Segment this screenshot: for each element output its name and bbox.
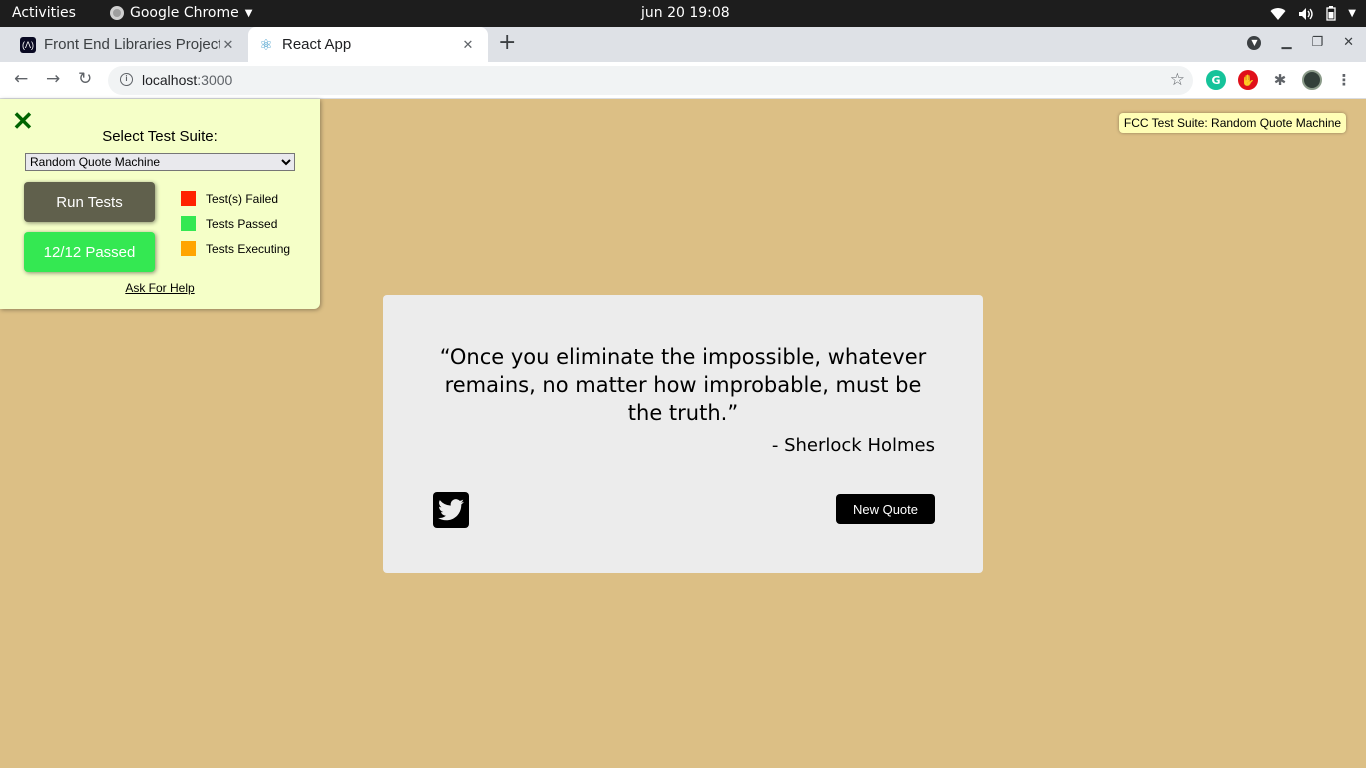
- volume-icon: [1299, 7, 1313, 20]
- menu-kebab-icon[interactable]: ⋮: [1334, 70, 1354, 90]
- twitter-icon: [438, 499, 464, 521]
- legend-label: Test(s) Failed: [206, 191, 279, 206]
- address-bar[interactable]: i localhost:3000 ☆: [108, 66, 1193, 95]
- tab-strip: (Λ) Front End Libraries Projects ✕ ⚛ Rea…: [0, 27, 1366, 62]
- new-quote-button[interactable]: New Quote: [836, 494, 935, 524]
- tab-title: React App: [282, 36, 352, 53]
- forward-arrow-icon[interactable]: →: [46, 69, 60, 89]
- profile-avatar[interactable]: [1302, 70, 1322, 90]
- close-icon[interactable]: ✕: [220, 37, 236, 53]
- bookmark-star-icon[interactable]: ☆: [1170, 70, 1185, 90]
- fcc-icon: (Λ): [20, 36, 36, 53]
- app-menu-label: Google Chrome: [130, 5, 239, 21]
- failed-swatch: [181, 191, 196, 206]
- select-test-suite-label: Select Test Suite:: [102, 128, 218, 145]
- tab-search-icon[interactable]: ▼: [1247, 35, 1262, 50]
- quote-box: “Once you eliminate the impossible, what…: [383, 295, 983, 573]
- legend-executing: Tests Executing: [181, 241, 290, 256]
- back-arrow-icon[interactable]: ←: [14, 69, 28, 89]
- reload-icon[interactable]: ↻: [78, 69, 92, 89]
- ask-for-help-link[interactable]: Ask For Help: [0, 281, 320, 295]
- quote-text: “Once you eliminate the impossible, what…: [439, 345, 927, 425]
- close-window-icon[interactable]: ✕: [1343, 35, 1354, 50]
- fcc-test-suite-badge[interactable]: FCC Test Suite: Random Quote Machine: [1119, 113, 1346, 133]
- puzzle-icon[interactable]: ✱: [1270, 70, 1290, 90]
- run-tests-button[interactable]: Run Tests: [24, 182, 155, 222]
- grammarly-icon[interactable]: G: [1206, 70, 1226, 90]
- minimize-icon[interactable]: ▁: [1281, 35, 1291, 50]
- url-text[interactable]: localhost:3000: [142, 72, 232, 88]
- quote-author: - Sherlock Holmes: [771, 435, 935, 456]
- chrome-icon: [110, 6, 124, 20]
- test-suite-select[interactable]: Random Quote Machine: [25, 153, 295, 171]
- caret-down-icon: ▼: [244, 7, 253, 19]
- tab-react-app[interactable]: ⚛ React App ✕: [248, 27, 488, 62]
- legend-label: Tests Passed: [206, 216, 278, 231]
- tab-front-end-libraries[interactable]: (Λ) Front End Libraries Projects ✕: [0, 27, 248, 62]
- legend-label: Tests Executing: [206, 241, 291, 256]
- tweet-quote-button[interactable]: [433, 492, 469, 528]
- close-icon[interactable]: ✕: [460, 37, 476, 53]
- tests-passed-button[interactable]: 12/12 Passed: [24, 232, 155, 272]
- new-tab-button[interactable]: +: [498, 32, 516, 54]
- legend-failed: Test(s) Failed: [181, 191, 278, 206]
- clock[interactable]: jun 20 19:08: [641, 5, 730, 21]
- fcc-test-panel: ✕ Select Test Suite: Random Quote Machin…: [0, 99, 320, 309]
- caret-down-icon: ▼: [1348, 8, 1356, 19]
- battery-icon: [1326, 6, 1336, 21]
- browser-toolbar: ← → ↻ i localhost:3000 ☆ G ✋ ✱ ⋮: [0, 62, 1366, 99]
- executing-swatch: [181, 241, 196, 256]
- ublock-icon[interactable]: ✋: [1238, 70, 1258, 90]
- system-top-bar: Activities Google Chrome ▼ jun 20 19:08 …: [0, 0, 1366, 27]
- legend-passed: Tests Passed: [181, 216, 277, 231]
- window-controls: ▼ ▁ ❐ ✕: [1247, 35, 1354, 50]
- react-icon: ⚛: [259, 36, 273, 54]
- activities-button[interactable]: Activities: [12, 5, 76, 21]
- wifi-icon: [1270, 7, 1286, 20]
- restore-icon[interactable]: ❐: [1311, 35, 1323, 50]
- system-tray[interactable]: ▼: [1270, 0, 1366, 27]
- passed-swatch: [181, 216, 196, 231]
- app-menu[interactable]: Google Chrome ▼: [110, 5, 252, 21]
- info-icon[interactable]: i: [120, 73, 133, 86]
- tab-title: Front End Libraries Projects: [44, 36, 220, 53]
